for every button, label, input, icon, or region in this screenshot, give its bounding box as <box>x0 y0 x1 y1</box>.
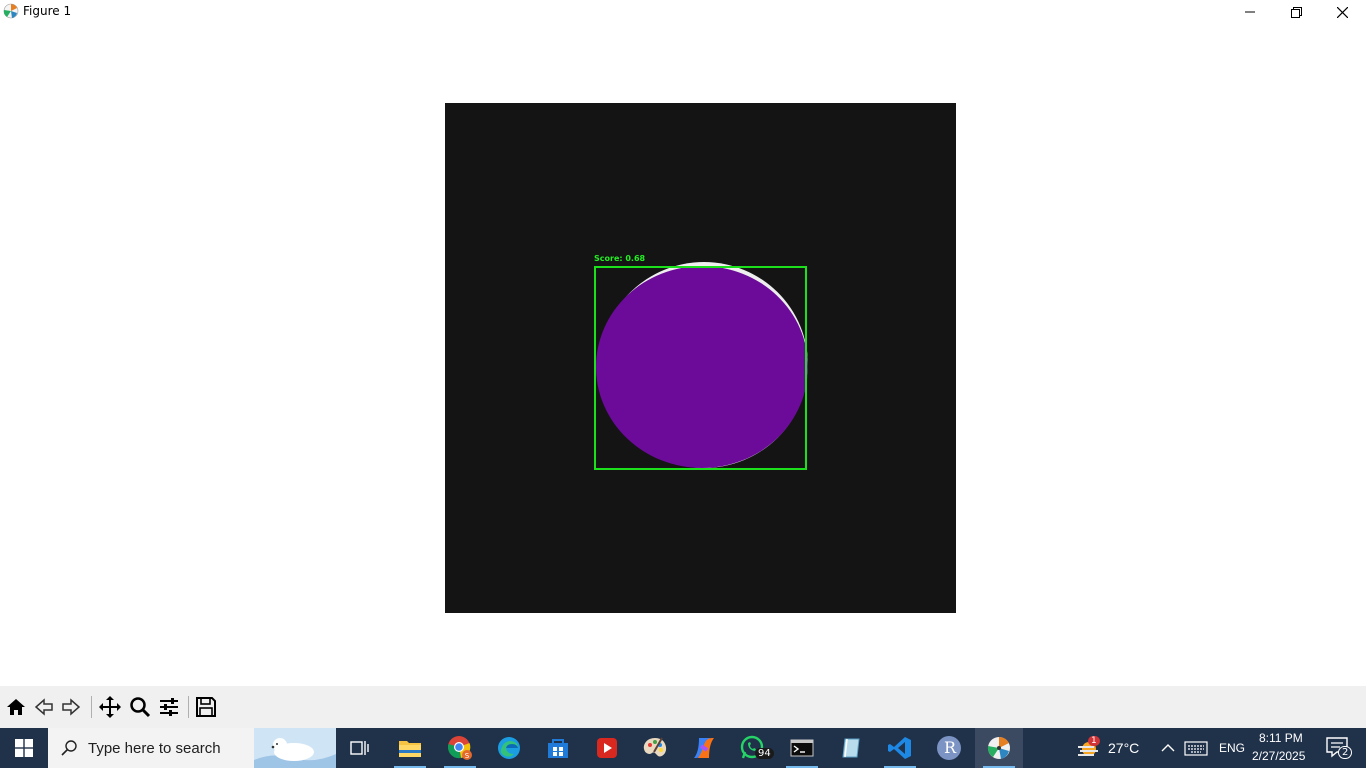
copilot-icon <box>694 738 714 758</box>
pan-icon <box>99 696 121 718</box>
figure-canvas[interactable]: Score: 0.68 <box>0 24 1366 686</box>
toolbar-separator <box>188 696 189 718</box>
taskbar-copilot[interactable] <box>680 728 728 768</box>
sliders-icon <box>160 698 178 716</box>
zoom-icon <box>130 697 151 718</box>
folder-icon <box>399 741 421 757</box>
touch-keyboard-button[interactable] <box>1184 738 1208 758</box>
taskbar-whatsapp[interactable]: 94 <box>729 728 777 768</box>
taskbar-media-player[interactable] <box>583 728 631 768</box>
image-display: Score: 0.68 <box>445 103 956 613</box>
taskbar-chrome[interactable]: S <box>436 728 484 768</box>
taskbar-matplotlib[interactable] <box>975 728 1023 768</box>
task-view-icon <box>350 741 369 755</box>
taskbar-edge[interactable] <box>485 728 533 768</box>
restore-button[interactable] <box>1273 0 1319 24</box>
clock[interactable]: 8:11 PM 2/27/2025 <box>1252 728 1314 768</box>
taskbar-terminal[interactable] <box>778 728 826 768</box>
pan-button[interactable] <box>97 694 123 720</box>
whatsapp-unread-badge: 94 <box>755 748 774 759</box>
save-icon <box>196 697 216 717</box>
home-button[interactable] <box>3 694 29 720</box>
close-icon <box>1336 6 1348 18</box>
temperature-text[interactable]: 27°C <box>1108 740 1139 756</box>
task-view-button[interactable] <box>336 728 384 768</box>
search-icon <box>61 740 77 756</box>
chrome-icon: S <box>448 736 472 760</box>
store-icon <box>548 739 568 758</box>
window-title: Figure 1 <box>23 4 72 18</box>
svg-text:S: S <box>465 752 470 760</box>
taskbar-vscode[interactable] <box>876 728 924 768</box>
clock-date: 2/27/2025 <box>1252 749 1306 763</box>
matplotlib-icon <box>987 736 1010 759</box>
notification-center-button[interactable]: 2 <box>1320 728 1360 768</box>
zoom-button[interactable] <box>127 694 153 720</box>
save-button[interactable] <box>193 694 219 720</box>
play-icon <box>597 738 617 758</box>
notes-icon <box>842 738 860 758</box>
taskbar-search-box[interactable]: Type here to search <box>48 728 336 768</box>
taskbar-r[interactable]: R <box>925 728 973 768</box>
language-indicator[interactable]: ENG <box>1219 741 1245 755</box>
edge-icon <box>498 737 520 759</box>
forward-button[interactable] <box>58 694 84 720</box>
weather-widget[interactable]: 1 <box>1070 728 1104 768</box>
matplotlib-app-icon <box>3 3 19 19</box>
configure-subplots-button[interactable] <box>156 694 182 720</box>
back-button[interactable] <box>31 694 57 720</box>
vscode-icon <box>888 737 911 759</box>
start-button[interactable] <box>0 728 48 768</box>
terminal-icon <box>790 739 814 757</box>
taskbar-notes[interactable] <box>827 728 875 768</box>
show-hidden-icons-button[interactable] <box>1160 738 1178 758</box>
taskbar-paint[interactable] <box>631 728 679 768</box>
close-button[interactable] <box>1319 0 1365 24</box>
windows-logo-icon <box>15 739 33 757</box>
taskbar-store[interactable] <box>534 728 582 768</box>
home-icon <box>7 699 25 715</box>
score-label: Score: 0.68 <box>594 254 646 263</box>
back-arrow-icon <box>34 698 53 716</box>
weather-alert-badge: 1 <box>1088 736 1100 746</box>
restore-icon <box>1290 6 1302 18</box>
search-placeholder: Type here to search <box>88 740 221 757</box>
navigation-toolbar <box>0 686 1366 728</box>
forward-arrow-icon <box>62 698 81 716</box>
clock-time: 8:11 PM <box>1259 731 1303 745</box>
taskbar: Type here to search S 94 R 1 27°C ENG 8:… <box>0 728 1366 768</box>
taskbar-file-explorer[interactable] <box>386 728 434 768</box>
keyboard-icon <box>1184 741 1208 756</box>
minimize-icon <box>1245 11 1255 13</box>
paint-icon <box>643 737 667 757</box>
minimize-button[interactable] <box>1227 0 1273 24</box>
chevron-up-icon <box>1161 744 1175 752</box>
toolbar-separator <box>91 696 92 718</box>
detection-bounding-box <box>594 266 807 470</box>
r-label: R <box>944 738 957 757</box>
window-titlebar: Figure 1 <box>0 0 1366 24</box>
search-highlight-illustration <box>254 728 336 768</box>
